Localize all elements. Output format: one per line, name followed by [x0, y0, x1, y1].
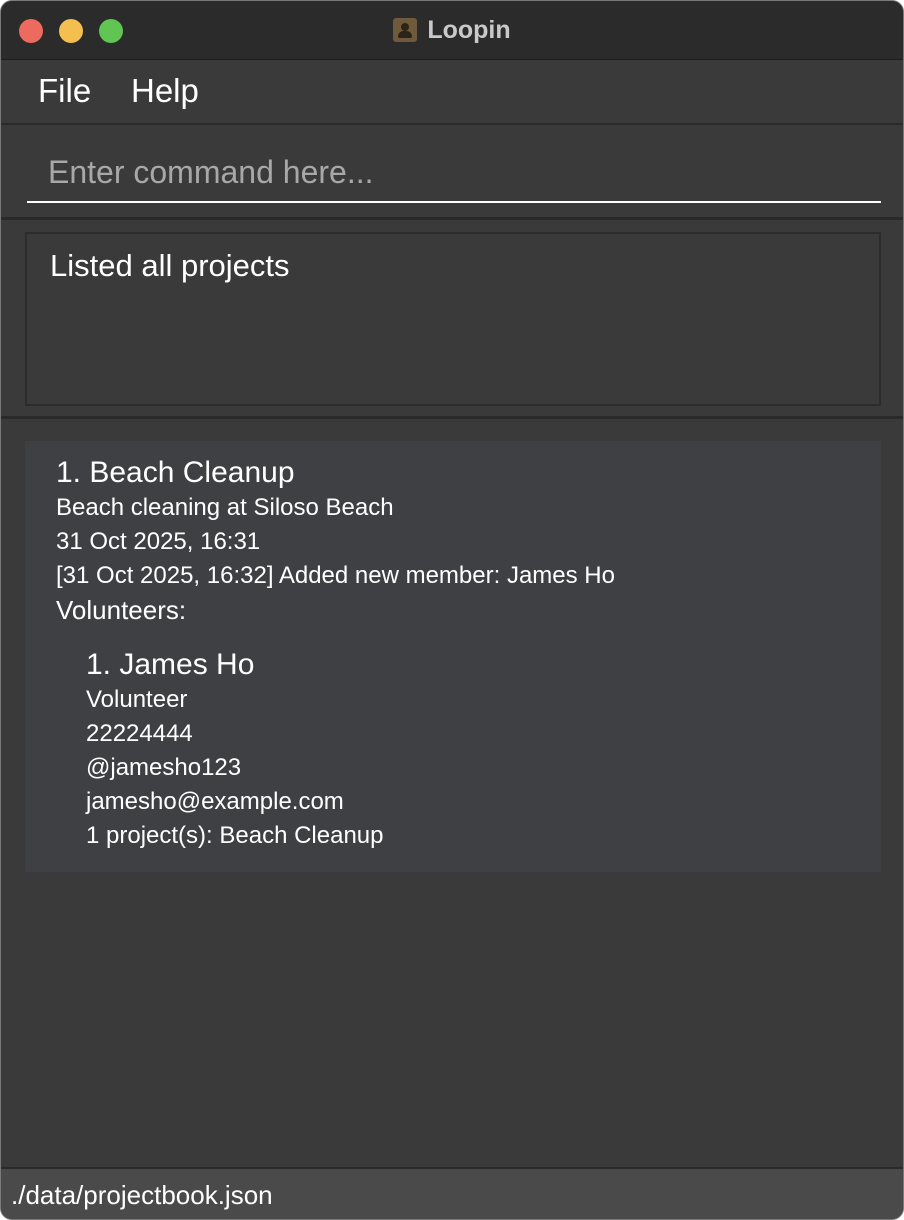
menu-file[interactable]: File: [38, 71, 91, 111]
project-datetime: 31 Oct 2025, 16:31: [56, 528, 261, 555]
window-title: Loopin: [427, 15, 511, 44]
project-list-panel[interactable]: 1. Beach Cleanup Beach cleaning at Silos…: [1, 419, 903, 1167]
command-input[interactable]: [27, 143, 881, 203]
volunteer-email: jamesho@example.com: [86, 788, 344, 815]
volunteers-label: Volunteers:: [56, 595, 187, 625]
project-description: Beach cleaning at Siloso Beach: [56, 494, 394, 521]
title-group: Loopin: [1, 1, 903, 59]
result-display: Listed all projects: [25, 232, 881, 406]
result-message: Listed all projects: [50, 248, 290, 283]
app-window: Loopin File Help Listed all projects 1. …: [0, 0, 904, 1220]
volunteer-projects: 1 project(s): Beach Cleanup: [86, 822, 384, 849]
project-card[interactable]: 1. Beach Cleanup Beach cleaning at Silos…: [25, 441, 881, 872]
contact-book-icon: [393, 18, 418, 42]
volunteer-telegram: @jamesho123: [86, 754, 242, 781]
result-display-area: Listed all projects: [1, 220, 903, 419]
project-log: [31 Oct 2025, 16:32] Added new member: J…: [56, 562, 615, 589]
volunteer-phone: 22224444: [86, 720, 193, 747]
title-bar[interactable]: Loopin: [1, 1, 903, 60]
command-box-area: [1, 125, 903, 220]
save-file-path: ./data/projectbook.json: [11, 1180, 273, 1210]
volunteer-name: 1. James Ho: [86, 648, 255, 681]
status-bar: ./data/projectbook.json: [1, 1167, 903, 1219]
project-title: 1. Beach Cleanup: [56, 456, 295, 489]
menu-help[interactable]: Help: [131, 71, 199, 111]
volunteer-role: Volunteer: [86, 686, 188, 713]
menu-bar: File Help: [1, 60, 903, 125]
